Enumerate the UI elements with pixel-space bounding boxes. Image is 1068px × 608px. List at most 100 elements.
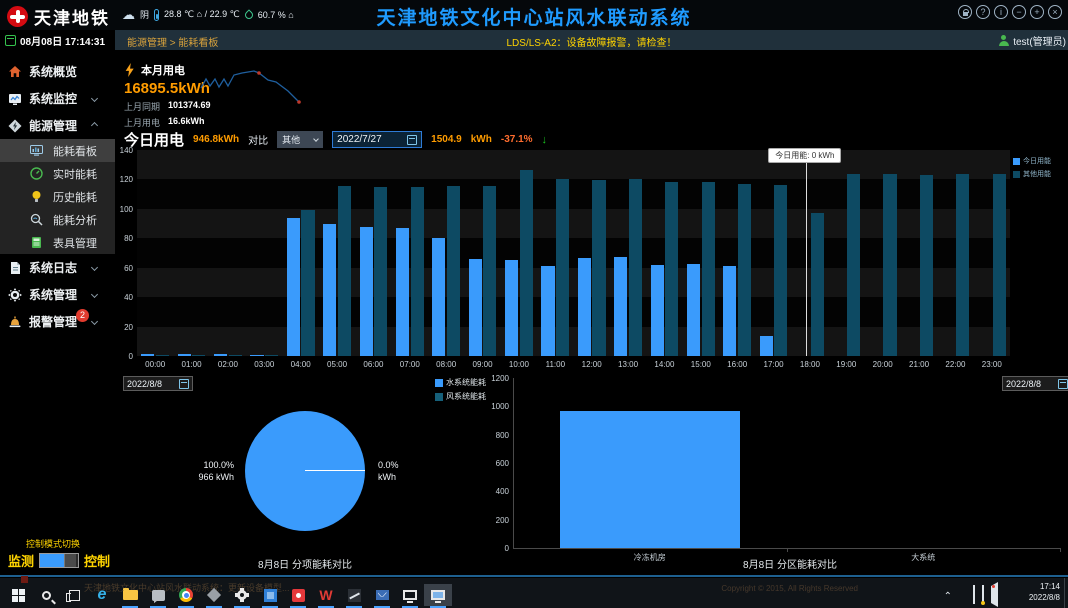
sidebar-item-overview[interactable]: 系统概览 (0, 58, 115, 85)
today-usage-bar[interactable] (250, 355, 263, 356)
pie-date-field[interactable] (123, 376, 193, 391)
today-usage-bar[interactable] (323, 224, 336, 356)
other-usage-bar[interactable] (592, 180, 605, 356)
pie-chart[interactable] (245, 411, 365, 531)
other-usage-bar[interactable] (156, 355, 169, 356)
fault-alert-text[interactable]: LDS/LS-A2：设备故障报警，请检查！ (115, 34, 1068, 49)
network-warning-icon[interactable] (982, 586, 984, 604)
photos-app-icon[interactable] (256, 584, 284, 606)
sidebar-item-energy[interactable]: 能源管理 (0, 112, 115, 139)
today-usage-bar[interactable] (614, 257, 627, 356)
wps-icon[interactable]: W (312, 584, 340, 606)
other-usage-bar[interactable] (520, 170, 533, 356)
taskbar-clock[interactable]: 17:14 2022/8/8 (1029, 581, 1060, 603)
compare-date-input[interactable] (337, 134, 401, 145)
sidebar-item-alarms[interactable]: 报警管理2 (0, 308, 115, 335)
pie-legend-item[interactable]: 水系统能耗 (435, 377, 486, 388)
media-app-icon[interactable] (284, 584, 312, 606)
sidebar-subitem-表具管理[interactable]: 表具管理 (0, 231, 115, 254)
calendar-icon[interactable] (179, 379, 189, 389)
mail-app-icon[interactable] (368, 584, 396, 606)
sidebar-subitem-能耗分析[interactable]: 能耗分析 (0, 208, 115, 231)
pie-legend-item[interactable]: 风系统能耗 (435, 391, 486, 402)
other-usage-bar[interactable] (665, 182, 678, 356)
zone-usage-bar[interactable] (560, 411, 740, 548)
help-icon[interactable]: ? (976, 5, 990, 19)
today-usage-bar[interactable] (541, 266, 554, 356)
sidebar-subitem-实时能耗[interactable]: 实时能耗 (0, 162, 115, 185)
calendar-icon[interactable] (1058, 379, 1068, 389)
today-usage-bar[interactable] (505, 260, 518, 356)
legend-item[interactable]: 今日用能 (1013, 156, 1051, 166)
other-usage-bar[interactable] (338, 186, 351, 356)
settings-gear-icon[interactable] (228, 584, 256, 606)
today-usage-bar[interactable] (432, 238, 445, 356)
ink-app-icon[interactable] (340, 584, 368, 606)
other-usage-bar[interactable] (411, 187, 424, 356)
ie-icon[interactable]: e (88, 584, 116, 606)
legend-item[interactable]: 其他用能 (1013, 169, 1051, 179)
sidebar-item-logs[interactable]: 系统日志 (0, 254, 115, 281)
minimize-icon[interactable]: − (1012, 5, 1026, 19)
scada-app-icon[interactable] (424, 584, 452, 606)
today-usage-bar[interactable] (287, 218, 300, 356)
calendar-icon[interactable] (407, 135, 417, 145)
compare-date-field[interactable] (332, 131, 422, 148)
today-usage-bar[interactable] (360, 227, 373, 356)
today-usage-bar[interactable] (651, 265, 664, 356)
today-usage-bar[interactable] (760, 336, 773, 356)
sidebar-subitem-历史能耗[interactable]: 历史能耗 (0, 185, 115, 208)
other-usage-bar[interactable] (847, 174, 860, 356)
other-usage-bar[interactable] (774, 185, 787, 356)
other-usage-bar[interactable] (265, 355, 278, 356)
other-usage-bar[interactable] (374, 187, 387, 356)
battery-icon[interactable] (973, 586, 975, 604)
zone-date-field[interactable] (1002, 376, 1068, 391)
other-usage-bar[interactable] (920, 175, 933, 356)
show-desktop-button[interactable] (1064, 578, 1068, 608)
other-usage-bar[interactable] (192, 355, 205, 356)
task-view-icon[interactable] (60, 584, 88, 606)
compare-type-select[interactable]: 其他 (277, 131, 323, 148)
today-usage-bar[interactable] (469, 259, 482, 356)
close-icon[interactable]: × (1048, 5, 1062, 19)
chrome-icon[interactable] (172, 584, 200, 606)
chevron-up-icon[interactable]: ⌃ (944, 586, 952, 604)
info-icon[interactable]: i (994, 5, 1008, 19)
other-usage-bar[interactable] (811, 213, 824, 356)
chat-app-icon[interactable] (144, 584, 172, 606)
other-usage-bar[interactable] (883, 174, 896, 356)
today-usage-bar[interactable] (141, 354, 154, 356)
search-icon[interactable] (32, 584, 60, 606)
start-button[interactable] (4, 584, 32, 606)
other-usage-bar[interactable] (956, 174, 969, 356)
today-usage-bar[interactable] (578, 258, 591, 356)
today-usage-bar[interactable] (723, 266, 736, 356)
today-usage-bar[interactable] (396, 228, 409, 356)
today-usage-bar[interactable] (214, 354, 227, 356)
mode-toggle[interactable] (39, 553, 79, 568)
display-app-icon[interactable] (396, 584, 424, 606)
other-usage-bar[interactable] (447, 186, 460, 356)
other-usage-bar[interactable] (556, 179, 569, 356)
today-usage-bar[interactable] (687, 264, 700, 356)
sidebar-item-settings[interactable]: 系统管理 (0, 281, 115, 308)
other-usage-bar[interactable] (483, 186, 496, 356)
pie-date-input[interactable] (127, 379, 175, 389)
today-usage-bar[interactable] (178, 354, 191, 356)
file-explorer-icon[interactable] (116, 584, 144, 606)
maximize-icon[interactable]: + (1030, 5, 1044, 19)
lock-icon[interactable] (958, 5, 972, 19)
zone-date-input[interactable] (1006, 379, 1054, 389)
other-usage-bar[interactable] (738, 184, 751, 356)
sidebar-subitem-能耗看板[interactable]: 能耗看板 (0, 139, 115, 162)
volume-muted-icon[interactable] (991, 586, 998, 604)
other-usage-bar[interactable] (629, 179, 642, 356)
other-usage-bar[interactable] (229, 355, 242, 356)
sidebar-item-monitor[interactable]: 系统监控 (0, 85, 115, 112)
other-usage-bar[interactable] (702, 182, 715, 356)
other-usage-bar[interactable] (301, 210, 314, 356)
other-usage-bar[interactable] (993, 174, 1006, 356)
viewer-3d-icon[interactable] (200, 584, 228, 606)
user-menu[interactable]: test(管理员) (998, 33, 1066, 48)
